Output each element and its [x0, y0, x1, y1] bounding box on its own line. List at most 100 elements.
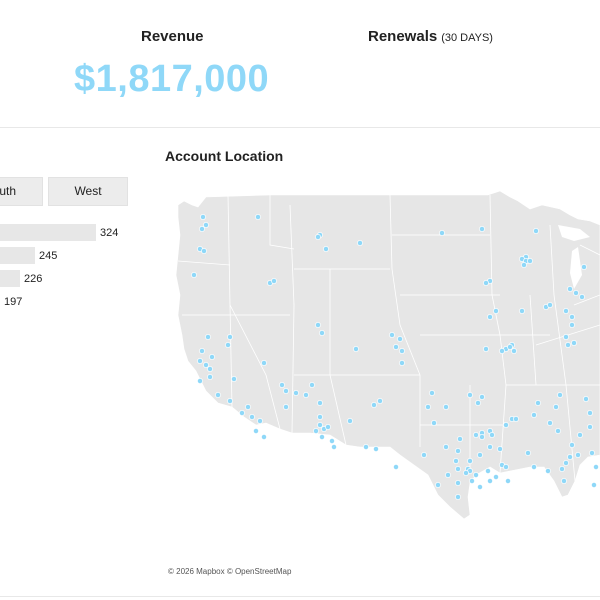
- account-marker[interactable]: [483, 280, 489, 286]
- account-marker[interactable]: [439, 230, 445, 236]
- account-marker[interactable]: [207, 374, 213, 380]
- account-marker[interactable]: [317, 414, 323, 420]
- account-marker[interactable]: [569, 322, 575, 328]
- account-marker[interactable]: [479, 434, 485, 440]
- account-marker[interactable]: [493, 474, 499, 480]
- account-marker[interactable]: [347, 418, 353, 424]
- account-marker[interactable]: [373, 446, 379, 452]
- account-marker[interactable]: [279, 382, 285, 388]
- account-marker[interactable]: [203, 222, 209, 228]
- account-marker[interactable]: [453, 458, 459, 464]
- region-tab-west[interactable]: West: [48, 177, 128, 206]
- account-marker[interactable]: [473, 432, 479, 438]
- account-marker[interactable]: [209, 354, 215, 360]
- account-marker[interactable]: [487, 444, 493, 450]
- account-marker[interactable]: [425, 404, 431, 410]
- account-marker[interactable]: [231, 376, 237, 382]
- account-marker[interactable]: [589, 450, 595, 456]
- account-marker[interactable]: [315, 322, 321, 328]
- account-marker[interactable]: [207, 366, 213, 372]
- account-marker[interactable]: [431, 420, 437, 426]
- account-marker[interactable]: [455, 480, 461, 486]
- account-marker[interactable]: [531, 464, 537, 470]
- account-marker[interactable]: [563, 334, 569, 340]
- account-marker[interactable]: [319, 330, 325, 336]
- account-marker[interactable]: [283, 388, 289, 394]
- account-marker[interactable]: [293, 390, 299, 396]
- account-marker[interactable]: [397, 336, 403, 342]
- account-marker[interactable]: [483, 346, 489, 352]
- account-marker[interactable]: [503, 422, 509, 428]
- account-marker[interactable]: [469, 478, 475, 484]
- account-marker[interactable]: [561, 478, 567, 484]
- account-marker[interactable]: [513, 416, 519, 422]
- account-marker[interactable]: [227, 398, 233, 404]
- account-marker[interactable]: [545, 468, 551, 474]
- account-marker[interactable]: [531, 412, 537, 418]
- account-marker[interactable]: [591, 482, 597, 488]
- account-marker[interactable]: [261, 360, 267, 366]
- account-marker[interactable]: [587, 424, 593, 430]
- account-marker[interactable]: [255, 214, 261, 220]
- account-marker[interactable]: [479, 394, 485, 400]
- account-marker[interactable]: [457, 436, 463, 442]
- account-marker[interactable]: [253, 428, 259, 434]
- account-marker[interactable]: [563, 460, 569, 466]
- account-marker[interactable]: [399, 348, 405, 354]
- account-marker[interactable]: [563, 308, 569, 314]
- account-marker[interactable]: [557, 392, 563, 398]
- account-marker[interactable]: [371, 402, 377, 408]
- account-marker[interactable]: [475, 400, 481, 406]
- account-marker[interactable]: [239, 410, 245, 416]
- account-marker[interactable]: [429, 390, 435, 396]
- account-marker[interactable]: [485, 468, 491, 474]
- account-marker[interactable]: [569, 314, 575, 320]
- bar[interactable]: [0, 247, 35, 264]
- account-marker[interactable]: [225, 342, 231, 348]
- account-marker[interactable]: [473, 472, 479, 478]
- account-marker[interactable]: [271, 278, 277, 284]
- account-marker[interactable]: [317, 400, 323, 406]
- account-marker[interactable]: [329, 438, 335, 444]
- account-marker[interactable]: [507, 344, 513, 350]
- account-marker[interactable]: [477, 452, 483, 458]
- account-marker[interactable]: [593, 464, 599, 470]
- account-marker[interactable]: [455, 466, 461, 472]
- account-marker[interactable]: [331, 444, 337, 450]
- account-marker[interactable]: [519, 308, 525, 314]
- account-marker[interactable]: [357, 240, 363, 246]
- account-marker[interactable]: [393, 344, 399, 350]
- account-marker[interactable]: [583, 396, 589, 402]
- account-marker[interactable]: [503, 464, 509, 470]
- account-marker[interactable]: [559, 466, 565, 472]
- account-marker[interactable]: [377, 398, 383, 404]
- account-marker[interactable]: [533, 228, 539, 234]
- account-marker[interactable]: [203, 362, 209, 368]
- account-marker[interactable]: [319, 434, 325, 440]
- bar[interactable]: [0, 270, 20, 287]
- account-marker[interactable]: [455, 448, 461, 454]
- account-marker[interactable]: [323, 246, 329, 252]
- account-marker[interactable]: [577, 432, 583, 438]
- account-marker[interactable]: [317, 422, 323, 428]
- account-marker[interactable]: [353, 346, 359, 352]
- account-marker[interactable]: [477, 484, 483, 490]
- account-marker[interactable]: [257, 418, 263, 424]
- account-marker[interactable]: [191, 272, 197, 278]
- account-marker[interactable]: [227, 334, 233, 340]
- account-marker[interactable]: [445, 472, 451, 478]
- account-marker[interactable]: [455, 494, 461, 500]
- account-marker[interactable]: [363, 444, 369, 450]
- account-marker[interactable]: [521, 262, 527, 268]
- account-marker[interactable]: [443, 444, 449, 450]
- account-marker[interactable]: [571, 340, 577, 346]
- account-marker[interactable]: [215, 392, 221, 398]
- bar[interactable]: [0, 224, 96, 241]
- account-marker[interactable]: [535, 400, 541, 406]
- account-marker[interactable]: [421, 452, 427, 458]
- account-marker[interactable]: [565, 342, 571, 348]
- account-marker[interactable]: [197, 378, 203, 384]
- account-marker[interactable]: [567, 454, 573, 460]
- account-marker[interactable]: [487, 314, 493, 320]
- account-marker[interactable]: [579, 294, 585, 300]
